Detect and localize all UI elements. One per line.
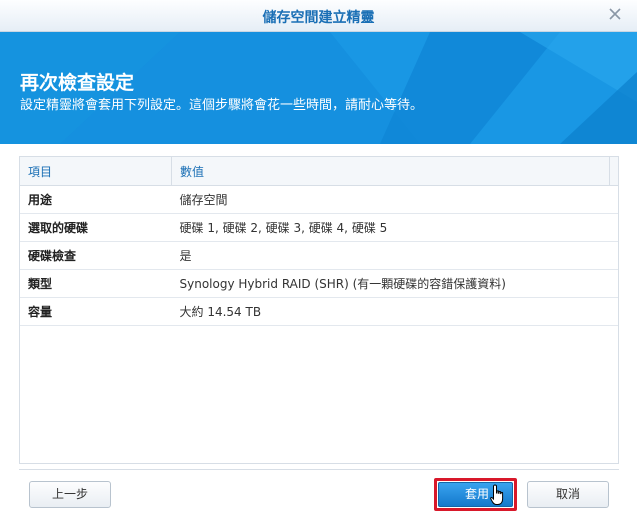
row-key: 類型	[20, 269, 172, 298]
page-heading: 再次檢查設定	[20, 72, 135, 94]
table-row: 硬碟檢查 是	[20, 241, 618, 270]
row-key: 容量	[20, 297, 172, 326]
cancel-button[interactable]: 取消	[527, 481, 609, 508]
window-title: 儲存空間建立精靈	[262, 10, 375, 26]
page-description: 設定精靈將會套用下列設定。這個步驟將會花一些時間，請耐心等待。	[20, 98, 424, 113]
title-bar: 儲存空間建立精靈	[0, 0, 637, 32]
row-value: 儲存空間	[171, 185, 618, 214]
table-header-row: 項目 數值	[20, 156, 618, 186]
table-row: 容量 大約 14.54 TB	[20, 297, 618, 326]
column-header-item[interactable]: 項目	[20, 156, 172, 186]
row-key: 選取的硬碟	[20, 213, 172, 242]
hand-cursor-icon	[490, 484, 504, 505]
row-key: 用途	[20, 185, 172, 214]
header-banner: 再次檢查設定 設定精靈將會套用下列設定。這個步驟將會花一些時間，請耐心等待。	[0, 32, 637, 144]
row-value: 大約 14.54 TB	[171, 297, 618, 326]
column-header-value[interactable]: 數值	[171, 156, 610, 186]
table-row: 選取的硬碟 硬碟 1, 硬碟 2, 硬碟 3, 硬碟 4, 硬碟 5	[20, 213, 618, 242]
previous-button[interactable]: 上一步	[29, 481, 111, 508]
column-header-spacer	[609, 156, 618, 186]
table-row: 類型 Synology Hybrid RAID (SHR) (有一顆硬碟的容錯保…	[20, 269, 618, 298]
table-row: 用途 儲存空間	[20, 185, 618, 214]
row-value: Synology Hybrid RAID (SHR) (有一顆硬碟的容錯保護資料…	[171, 269, 618, 298]
summary-table: 項目 數值 用途 儲存空間 選取的硬碟 硬碟 1, 硬碟 2, 硬碟 3, 硬碟…	[19, 156, 619, 464]
close-icon[interactable]	[607, 6, 623, 22]
footer-divider	[19, 469, 619, 470]
row-key: 硬碟檢查	[20, 241, 172, 270]
row-value: 是	[171, 241, 618, 270]
row-value: 硬碟 1, 硬碟 2, 硬碟 3, 硬碟 4, 硬碟 5	[171, 213, 618, 242]
